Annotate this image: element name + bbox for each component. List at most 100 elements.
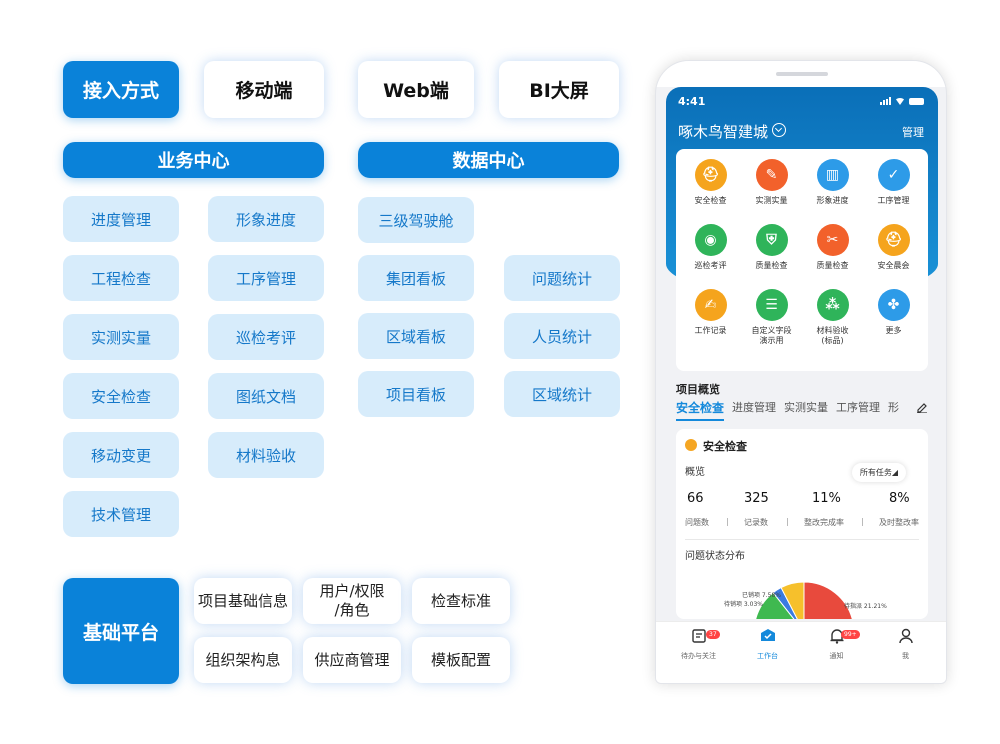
tab-label: 工作台 [757, 652, 778, 660]
app-safety-check[interactable]: ⛑ 安全检查 [679, 159, 742, 206]
overview-tabs: 安全检查 进度管理 实测实量 工序管理 形 [676, 399, 899, 421]
biz-tech[interactable]: 技术管理 [63, 491, 179, 537]
app-patrol[interactable]: ◉ 巡检考评 [679, 224, 742, 271]
status-pie-chart [755, 581, 853, 619]
app-measure[interactable]: ✎ 实测实量 [740, 159, 803, 206]
app-label: 更多 [885, 326, 902, 335]
platform-title: 基础平台 [63, 578, 179, 684]
pie-label-pending-close: 待销项 3.03% [724, 601, 763, 608]
tab-label: 我 [902, 652, 909, 660]
helmet-icon [685, 439, 697, 451]
check-icon: ✓ [877, 159, 910, 191]
business-center-title: 业务中心 [63, 142, 324, 178]
stat-records-label: 记录数 [744, 518, 768, 527]
biz-patrol[interactable]: 巡检考评 [208, 314, 324, 360]
safety-card: 安全检查 概览 所有任务◢ 66 325 11% 8% 问题数 | 记录数 | … [676, 429, 928, 619]
card-title: 安全检查 [703, 440, 747, 453]
biz-engineering-check[interactable]: 工程检查 [63, 255, 179, 301]
biz-material[interactable]: 材料验收 [208, 432, 324, 478]
biz-progress[interactable]: 进度管理 [63, 196, 179, 242]
platform-user-role[interactable]: 用户/权限 /角色 [303, 578, 401, 624]
access-bi[interactable]: BI大屏 [499, 61, 619, 118]
app-work-log[interactable]: ✍ 工作记录 [679, 289, 742, 336]
data-center-title: 数据中心 [358, 142, 619, 178]
app-quality-2[interactable]: ✂ 质量检查 [801, 224, 864, 271]
overview-title: 项目概览 [676, 383, 720, 396]
boxes-icon: ⁂ [816, 289, 849, 321]
platform-template[interactable]: 模板配置 [412, 637, 510, 683]
tab-todo[interactable]: 37 待办与关注 [662, 628, 735, 661]
biz-safety[interactable]: 安全检查 [63, 373, 179, 419]
app-quality-1[interactable]: ⛨ 质量检查 [740, 224, 803, 271]
biz-change[interactable]: 移动变更 [63, 432, 179, 478]
app-visual-progress[interactable]: ▥ 形象进度 [801, 159, 864, 206]
helmet-icon: ⛑ [694, 159, 727, 191]
data-project-board[interactable]: 项目看板 [358, 371, 474, 417]
tab-label: 待办与关注 [681, 652, 716, 660]
app-label: 巡检考评 [694, 261, 727, 270]
platform-project-info[interactable]: 项目基础信息 [194, 578, 292, 624]
bottom-tabbar: 37 待办与关注 工作台 99+ 通知 我 [656, 621, 946, 683]
app-label: 自定义字段 演示用 [751, 326, 792, 345]
data-region-stats[interactable]: 区域统计 [504, 371, 620, 417]
app-more[interactable]: ✤ 更多 [862, 289, 925, 336]
divider: | [726, 517, 729, 526]
app-label: 工作记录 [694, 326, 727, 335]
data-cockpit[interactable]: 三级驾驶舱 [358, 197, 474, 243]
phone-mockup: 4:41 啄木鸟智建城 管理 ⛑ 安全检查 ✎ 实测实量 ▥ 形象进度 ✓ 工序管理 ◉… [655, 60, 947, 684]
access-web[interactable]: Web端 [358, 61, 474, 118]
todo-badge: 37 [706, 630, 720, 639]
tab-workbench[interactable]: 工作台 [731, 628, 804, 661]
biz-drawings[interactable]: 图纸文档 [208, 373, 324, 419]
tab-notify[interactable]: 99+ 通知 [800, 628, 873, 661]
ruler-icon: ✎ [755, 159, 788, 191]
signal-icon [880, 97, 891, 105]
tab-label: 通知 [829, 652, 844, 660]
tab-more[interactable]: 形 [888, 399, 899, 421]
data-issue-stats[interactable]: 问题统计 [504, 255, 620, 301]
tab-me[interactable]: 我 [869, 628, 942, 661]
data-people-stats[interactable]: 人员统计 [504, 313, 620, 359]
biz-process[interactable]: 工序管理 [208, 255, 324, 301]
app-custom-field[interactable]: ☰ 自定义字段 演示用 [740, 289, 803, 346]
access-mobile[interactable]: 移动端 [204, 61, 324, 118]
battery-icon [909, 98, 924, 105]
todo-icon [691, 629, 706, 643]
all-tasks-dropdown[interactable]: 所有任务◢ [851, 463, 906, 482]
manage-link[interactable]: 管理 [902, 124, 924, 140]
platform-org[interactable]: 组织架构息 [194, 637, 292, 683]
app-label: 安全晨会 [877, 261, 910, 270]
app-material[interactable]: ⁂ 材料验收 (标品) [801, 289, 864, 346]
edit-icon[interactable] [916, 401, 928, 413]
app-label: 形象进度 [816, 196, 849, 205]
tab-progress[interactable]: 进度管理 [732, 399, 776, 421]
biz-visual-progress[interactable]: 形象进度 [208, 196, 324, 242]
app-label: 工序管理 [877, 196, 910, 205]
shield-icon: ⛨ [755, 224, 788, 256]
platform-supplier[interactable]: 供应商管理 [303, 637, 401, 683]
tab-process[interactable]: 工序管理 [836, 399, 880, 421]
data-region-board[interactable]: 区域看板 [358, 313, 474, 359]
wifi-icon [895, 98, 905, 105]
app-process[interactable]: ✓ 工序管理 [862, 159, 925, 206]
grid-icon: ✤ [877, 289, 910, 321]
app-title[interactable]: 啄木鸟智建城 [678, 121, 768, 142]
document-icon: ✍ [694, 289, 727, 321]
biz-measure[interactable]: 实测实量 [63, 314, 179, 360]
stat-issues-label: 问题数 [685, 518, 709, 527]
tab-safety[interactable]: 安全检查 [676, 399, 725, 421]
tab-measure[interactable]: 实测实量 [784, 399, 828, 421]
data-group-board[interactable]: 集团看板 [358, 255, 474, 301]
stat-rectify-label: 整改完成率 [804, 518, 844, 527]
user-icon [898, 628, 913, 644]
stat-timely-label: 及时整改率 [879, 518, 919, 527]
app-label: 材料验收 (标品) [816, 326, 849, 345]
platform-inspect-std[interactable]: 检查标准 [412, 578, 510, 624]
workbench-icon [760, 629, 775, 641]
helmet-icon: ⛑ [877, 224, 910, 256]
progress-icon: ▥ [816, 159, 849, 191]
card-divider [685, 539, 919, 540]
app-label: 质量检查 [755, 261, 788, 270]
chevron-down-icon[interactable] [772, 123, 786, 137]
app-safety-meeting[interactable]: ⛑ 安全晨会 [862, 224, 925, 271]
